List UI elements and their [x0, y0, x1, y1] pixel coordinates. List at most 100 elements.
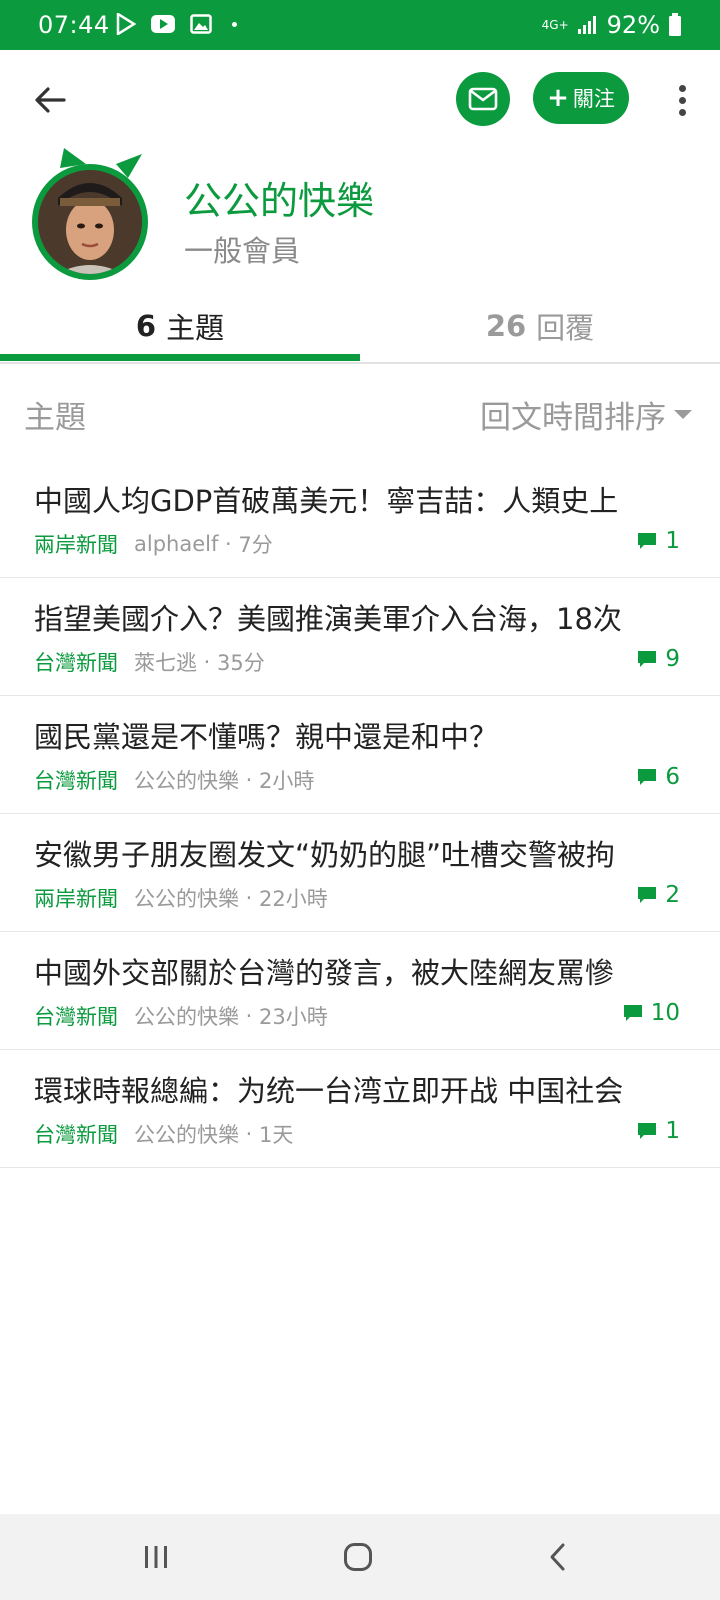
status-time: 07:44 [38, 11, 110, 39]
back-button[interactable] [30, 80, 70, 120]
tab-topics[interactable]: 6 主題 [0, 290, 360, 362]
active-tab-indicator [0, 354, 360, 361]
comment-icon [638, 651, 657, 667]
recent-apps-icon [145, 1546, 167, 1568]
message-button[interactable] [456, 72, 510, 126]
list-item[interactable]: 指望美國介入？美國推演美軍介入台海，18次 台灣新聞 萊七逃 · 35分 9 [0, 578, 720, 696]
notification-icons [116, 13, 237, 35]
topic-category[interactable]: 台灣新聞 [34, 647, 118, 677]
topic-category[interactable]: 台灣新聞 [34, 1001, 118, 1031]
signal-icon [577, 16, 596, 34]
reply-count: 1 [637, 1118, 680, 1144]
tab-topics-label: 主題 [166, 311, 225, 345]
profile-role: 一般會員 [184, 234, 301, 268]
status-bar: 07:44 4G+ 92% [0, 0, 720, 50]
list-item[interactable]: 中國外交部關於台灣的發言，被大陸網友罵慘 台灣新聞 公公的快樂 · 23小時 1… [0, 932, 720, 1050]
youtube-icon [151, 15, 175, 33]
meta-separator: · [218, 532, 239, 556]
topic-meta: 台灣新聞 公公的快樂 · 23小時 [34, 1001, 328, 1031]
follow-label: 關注 [572, 87, 615, 111]
list-item[interactable]: 環球時報總編：为统一台湾立即开战 中国社会 台灣新聞 公公的快樂 · 1天 1 [0, 1050, 720, 1168]
plus-icon: + [547, 83, 569, 113]
reply-count-value: 2 [665, 882, 680, 908]
tab-replies-label: 回覆 [536, 311, 595, 345]
arrow-left-icon [35, 87, 66, 113]
list-item[interactable]: 安徽男子朋友圈发文“奶奶的腿”吐槽交警被拘 兩岸新聞 公公的快樂 · 22小時 … [0, 814, 720, 932]
reply-count-value: 9 [665, 646, 680, 672]
topic-meta: 台灣新聞 公公的快樂 · 1天 [34, 1119, 293, 1149]
topic-category[interactable]: 台灣新聞 [34, 1119, 118, 1149]
more-options-button[interactable] [668, 80, 696, 120]
follow-button[interactable]: + 關注 [533, 72, 629, 124]
topic-list: 中國人均GDP首破萬美元！寧吉喆：人類史上 兩岸新聞 alphaelf · 7分… [0, 460, 720, 1168]
topic-meta: 兩岸新聞 公公的快樂 · 22小時 [34, 883, 328, 913]
list-item[interactable]: 中國人均GDP首破萬美元！寧吉喆：人類史上 兩岸新聞 alphaelf · 7分… [0, 460, 720, 578]
sort-label: 回文時間排序 [480, 400, 666, 436]
list-item[interactable]: 國民黨還是不懂嗎？親中還是和中？ 台灣新聞 公公的快樂 · 2小時 6 [0, 696, 720, 814]
profile-name: 公公的快樂 [184, 179, 375, 223]
play-store-icon [116, 13, 136, 35]
topic-category[interactable]: 兩岸新聞 [34, 883, 118, 913]
profile-tabs: 6 主題 26 回覆 [0, 290, 720, 364]
topic-category[interactable]: 台灣新聞 [34, 765, 118, 795]
topic-author: 公公的快樂 [134, 887, 239, 911]
topic-time: 1天 [259, 1123, 294, 1147]
avatar-image [32, 148, 148, 280]
filter-row: 主題 回文時間排序 [0, 384, 720, 444]
mail-icon [468, 87, 498, 111]
topic-time: 7分 [238, 533, 273, 557]
topic-author: 公公的快樂 [134, 1123, 239, 1147]
tab-topics-count: 6 [135, 309, 157, 343]
comment-icon [638, 1123, 657, 1139]
reply-count: 6 [637, 764, 680, 790]
topic-title: 環球時報總編：为统一台湾立即开战 中国社会 [34, 1074, 624, 1108]
comment-icon [638, 887, 657, 903]
recent-apps-button[interactable] [126, 1534, 186, 1580]
topic-time: 23小時 [259, 1005, 328, 1029]
meta-separator: · [239, 886, 260, 910]
topic-title: 指望美國介入？美國推演美軍介入台海，18次 [34, 602, 622, 636]
tab-replies-count: 26 [485, 309, 527, 343]
meta-separator: · [239, 1004, 260, 1028]
meta-separator: · [239, 1122, 260, 1146]
topic-author: 公公的快樂 [134, 769, 239, 793]
sort-dropdown[interactable]: 回文時間排序 [480, 392, 692, 437]
comment-icon [638, 533, 657, 549]
topic-time: 35分 [217, 651, 265, 675]
meta-separator: · [239, 768, 260, 792]
filter-label: 主題 [24, 400, 86, 436]
status-right: 4G+ 92% [542, 11, 682, 39]
system-back-button[interactable] [528, 1534, 588, 1580]
topic-meta: 兩岸新聞 alphaelf · 7分 [34, 529, 273, 559]
reply-count: 2 [637, 882, 680, 908]
topic-meta: 台灣新聞 萊七逃 · 35分 [34, 647, 265, 677]
avatar[interactable] [30, 148, 160, 284]
home-icon [344, 1543, 372, 1571]
gallery-icon [190, 14, 212, 34]
topic-category[interactable]: 兩岸新聞 [34, 529, 118, 559]
topic-title: 中國人均GDP首破萬美元！寧吉喆：人類史上 [34, 484, 619, 518]
system-nav-bar [0, 1514, 720, 1600]
reply-count: 9 [637, 646, 680, 672]
topic-meta: 台灣新聞 公公的快樂 · 2小時 [34, 765, 314, 795]
reply-count-value: 10 [650, 1000, 680, 1026]
topic-author: 公公的快樂 [134, 1005, 239, 1029]
more-dot [678, 96, 686, 104]
more-dot [678, 108, 686, 116]
network-type: 4G+ [541, 18, 569, 32]
caret-down-icon [674, 410, 692, 419]
topic-title: 國民黨還是不懂嗎？親中還是和中？ [34, 720, 499, 754]
battery-icon [669, 13, 681, 36]
reply-count: 1 [637, 528, 680, 554]
battery-percent: 92% [606, 11, 660, 39]
meta-separator: · [197, 650, 218, 674]
topic-author: 萊七逃 [134, 651, 197, 675]
topic-author: alphaelf [134, 532, 219, 556]
reply-count: 10 [623, 1000, 680, 1026]
more-dot [678, 84, 686, 92]
reply-count-value: 1 [665, 1118, 680, 1144]
topic-title: 中國外交部關於台灣的發言，被大陸網友罵慘 [34, 956, 615, 990]
home-button[interactable] [328, 1534, 388, 1580]
topic-time: 2小時 [259, 769, 315, 793]
tab-replies[interactable]: 26 回覆 [360, 290, 720, 362]
